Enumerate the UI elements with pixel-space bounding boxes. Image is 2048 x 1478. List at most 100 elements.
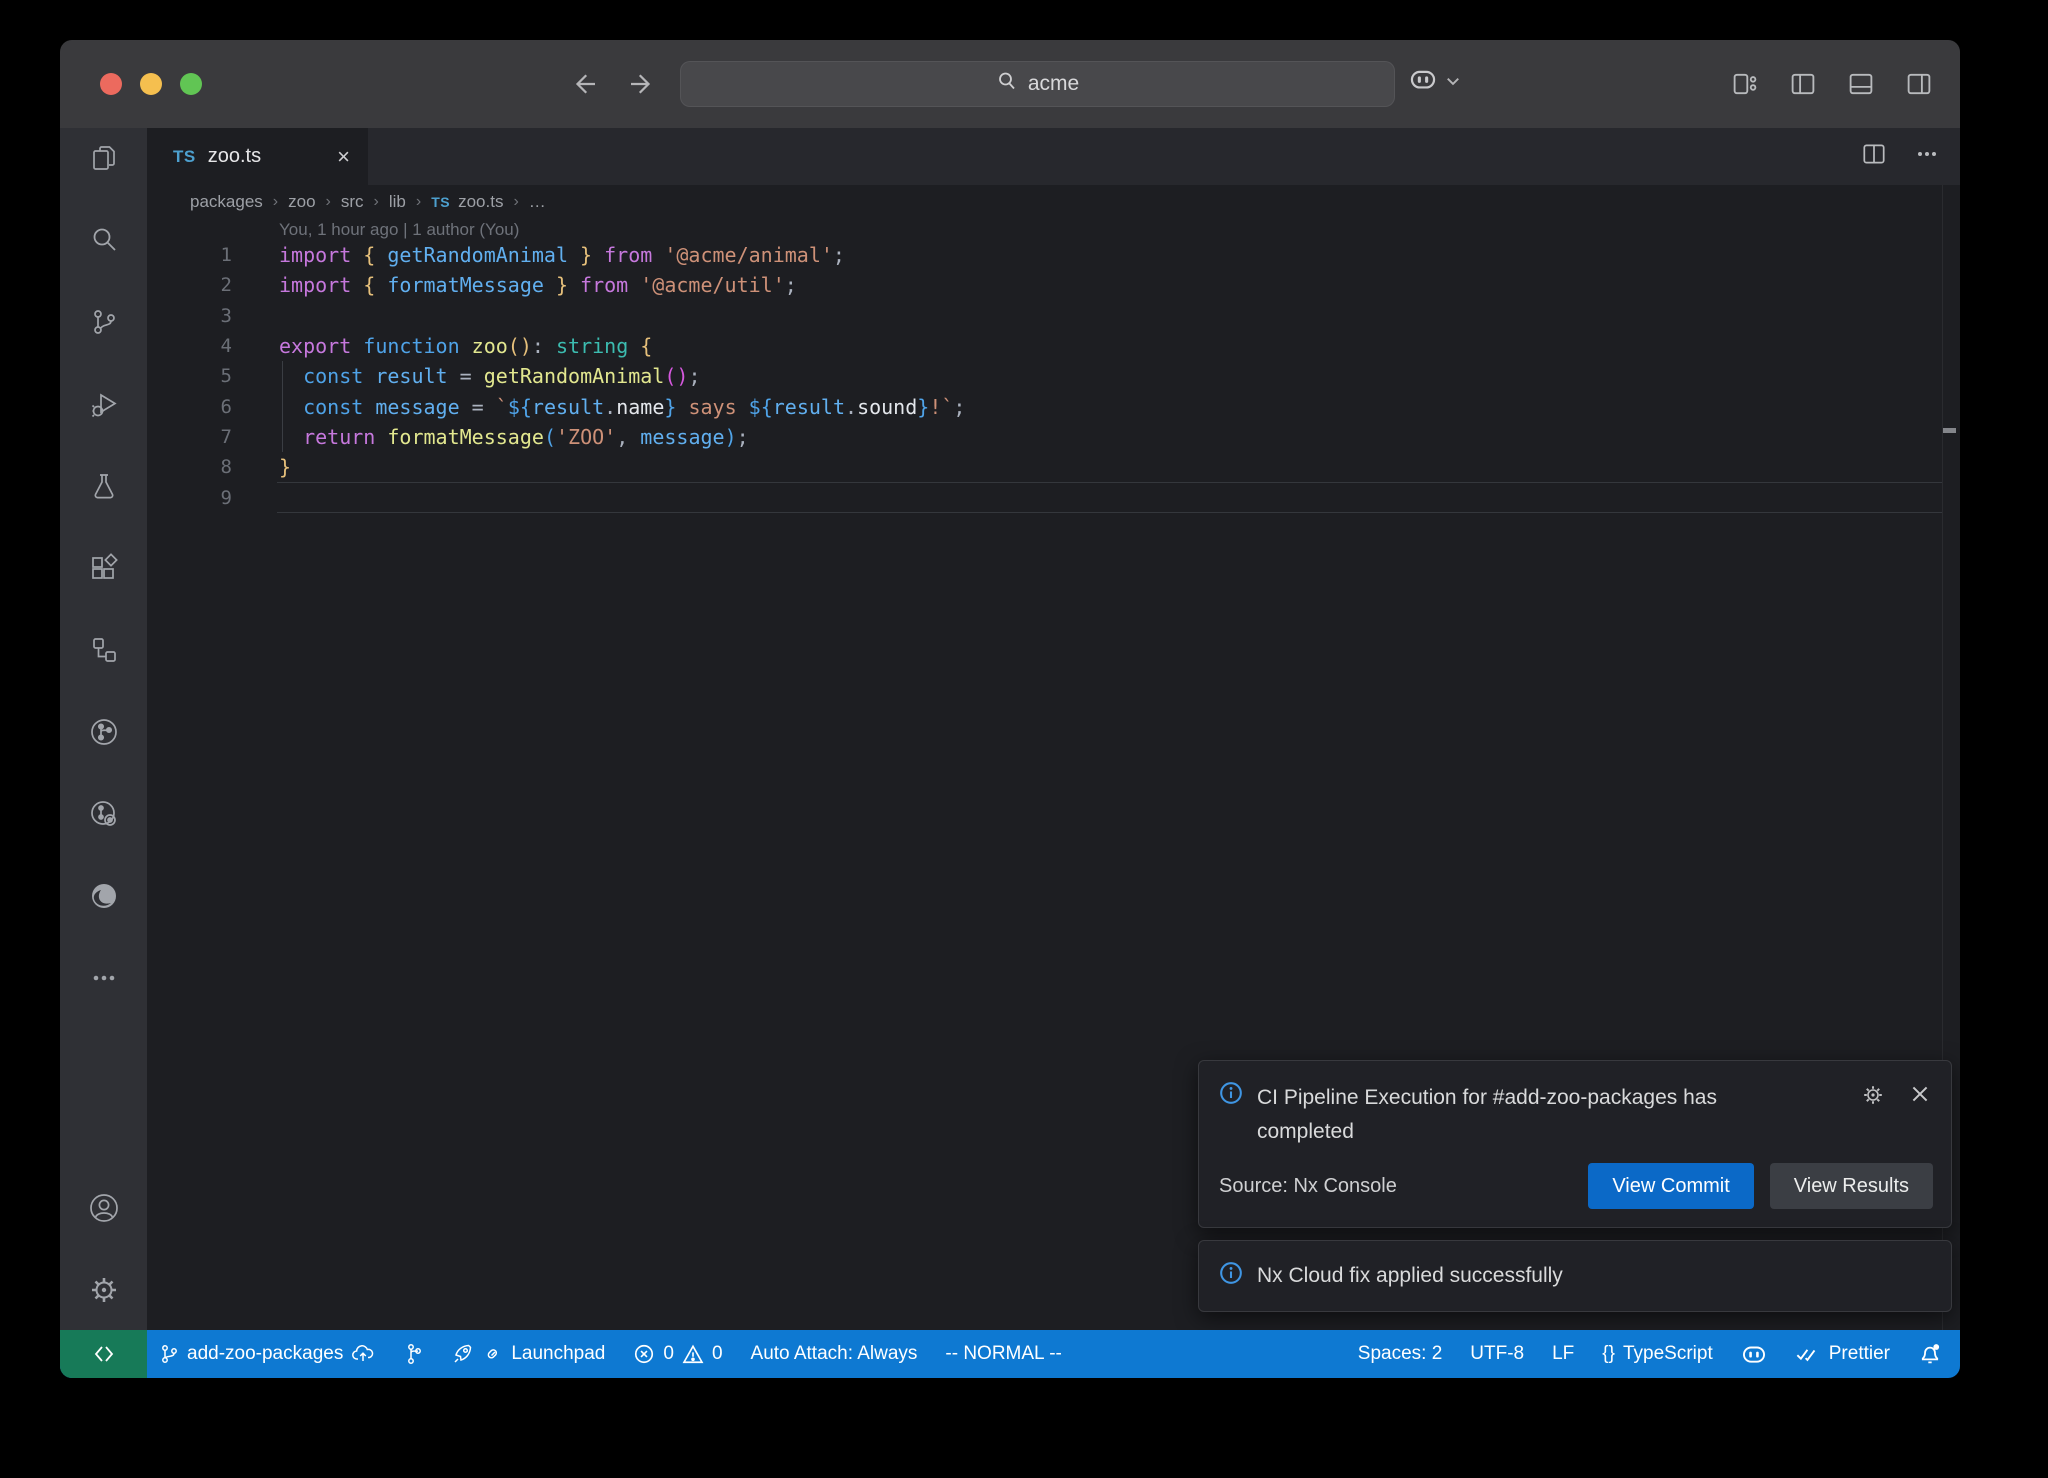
- code-text: }: [279, 455, 1943, 479]
- back-icon[interactable]: [570, 69, 600, 99]
- code-line[interactable]: 8}: [147, 452, 1943, 482]
- eol-button[interactable]: LF: [1552, 1343, 1574, 1365]
- notification-settings-gear-icon[interactable]: [1861, 1083, 1885, 1112]
- copilot-status-button[interactable]: [1741, 1342, 1767, 1366]
- code-line[interactable]: 2import { formatMessage } from '@acme/ut…: [147, 270, 1943, 300]
- code-text: const result = getRandomAnimal();: [279, 364, 1943, 388]
- notifications-bell-button[interactable]: [1918, 1342, 1942, 1366]
- launchpad-button[interactable]: Launchpad: [451, 1342, 605, 1366]
- prettier-label: Prettier: [1829, 1343, 1890, 1365]
- tab-zoo-ts[interactable]: TS zoo.ts ×: [147, 128, 368, 185]
- info-icon: [1219, 1261, 1243, 1291]
- editor-more-actions-icon[interactable]: [1914, 141, 1940, 172]
- window-controls: [100, 73, 202, 95]
- breadcrumb-item[interactable]: TSzoo.ts: [431, 192, 503, 212]
- toggle-secondary-sidebar-icon[interactable]: [1904, 69, 1934, 99]
- breadcrumb-separator: ›: [513, 193, 518, 211]
- source-control-icon[interactable]: [87, 305, 121, 339]
- search-value: acme: [1028, 72, 1079, 96]
- minimize-window-button[interactable]: [140, 73, 162, 95]
- breadcrumb-item[interactable]: lib: [389, 192, 406, 212]
- code-line[interactable]: 4export function zoo(): string {: [147, 331, 1943, 361]
- error-count: 0: [663, 1343, 674, 1365]
- maximize-window-button[interactable]: [180, 73, 202, 95]
- copilot-menu-button[interactable]: [1408, 66, 1460, 97]
- code-line[interactable]: 3: [147, 301, 1943, 331]
- account-icon[interactable]: [87, 1191, 121, 1225]
- toggle-primary-sidebar-icon[interactable]: [1788, 69, 1818, 99]
- customize-layout-icon[interactable]: [1730, 69, 1760, 99]
- encoding-button[interactable]: UTF-8: [1470, 1343, 1524, 1365]
- forward-icon[interactable]: [626, 69, 656, 99]
- line-number: 4: [147, 335, 232, 357]
- prettier-button[interactable]: Prettier: [1795, 1343, 1890, 1365]
- warning-count: 0: [712, 1343, 723, 1365]
- git-blame-annotation: You, 1 hour ago | 1 author (You): [279, 220, 519, 240]
- cloud-upload-icon: [351, 1343, 375, 1365]
- nx-cloud-icon[interactable]: [87, 797, 121, 831]
- code-text: import { getRandomAnimal } from '@acme/a…: [279, 243, 1943, 267]
- link-icon: [483, 1344, 503, 1364]
- notification-message: Nx Cloud fix applied successfully: [1257, 1264, 1563, 1288]
- bell-icon: [1918, 1342, 1942, 1366]
- line-number: 6: [147, 396, 232, 418]
- extensions-icon[interactable]: [87, 551, 121, 585]
- git-graph-icon: [403, 1342, 423, 1366]
- notification-close-icon[interactable]: [1909, 1083, 1931, 1110]
- view-commit-button[interactable]: View Commit: [1588, 1163, 1753, 1209]
- run-debug-icon[interactable]: [87, 387, 121, 421]
- breadcrumb-separator: ›: [374, 193, 379, 211]
- breadcrumb-item[interactable]: src: [341, 192, 364, 212]
- remote-indicator[interactable]: [60, 1330, 147, 1378]
- hierarchy-view-icon[interactable]: [87, 633, 121, 667]
- breadcrumb-item[interactable]: …: [529, 192, 546, 212]
- breadcrumb[interactable]: packages›zoo›src›lib›TSzoo.ts›…: [147, 185, 1960, 218]
- git-branch-button[interactable]: add-zoo-packages: [159, 1343, 375, 1365]
- code-line[interactable]: 5 const result = getRandomAnimal();: [147, 361, 1943, 391]
- code-line[interactable]: 1import { getRandomAnimal } from '@acme/…: [147, 240, 1943, 270]
- indentation-button[interactable]: Spaces: 2: [1358, 1343, 1443, 1365]
- language-label: TypeScript: [1623, 1343, 1713, 1365]
- view-results-button[interactable]: View Results: [1770, 1163, 1933, 1209]
- search-sidebar-icon[interactable]: [87, 223, 121, 257]
- more-views-icon[interactable]: [87, 961, 121, 995]
- close-window-button[interactable]: [100, 73, 122, 95]
- split-editor-icon[interactable]: [1860, 140, 1888, 173]
- code-text: [277, 482, 1943, 512]
- typescript-file-icon: TS: [431, 194, 450, 210]
- code-line[interactable]: 9: [147, 482, 1943, 512]
- line-number: 9: [147, 487, 232, 509]
- nx-console-icon[interactable]: [87, 715, 121, 749]
- notification-source: Source: Nx Console: [1219, 1175, 1397, 1198]
- code-line[interactable]: 6 const message = `${result.name} says $…: [147, 391, 1943, 421]
- language-mode-button[interactable]: {} TypeScript: [1602, 1343, 1712, 1365]
- toggle-panel-icon[interactable]: [1846, 69, 1876, 99]
- auto-attach-button[interactable]: Auto Attach: Always: [751, 1343, 918, 1365]
- code-line[interactable]: 7 return formatMessage('ZOO', message);: [147, 422, 1943, 452]
- overview-ruler-cursor-marker: [1943, 428, 1956, 433]
- code-text: const message = `${result.name} says ${r…: [279, 395, 1943, 419]
- explorer-icon[interactable]: [87, 141, 121, 175]
- vim-mode-indicator[interactable]: -- NORMAL --: [945, 1343, 1061, 1365]
- close-tab-icon[interactable]: ×: [337, 146, 350, 168]
- error-icon: [633, 1343, 655, 1365]
- branch-name: add-zoo-packages: [187, 1343, 343, 1365]
- breadcrumb-item[interactable]: packages: [190, 192, 263, 212]
- problems-button[interactable]: 0 0: [633, 1343, 722, 1365]
- edge-browser-icon[interactable]: [87, 879, 121, 913]
- copilot-icon: [1741, 1342, 1767, 1366]
- launchpad-label: Launchpad: [511, 1343, 605, 1365]
- source-control-graph-button[interactable]: [403, 1342, 423, 1366]
- command-center-search[interactable]: acme: [680, 61, 1395, 107]
- testing-icon[interactable]: [87, 469, 121, 503]
- chevron-down-icon: [1446, 73, 1460, 91]
- line-number: 8: [147, 456, 232, 478]
- title-bar: acme: [60, 40, 1960, 128]
- double-check-icon: [1795, 1343, 1821, 1365]
- breadcrumb-item[interactable]: zoo: [288, 192, 315, 212]
- line-number: 7: [147, 426, 232, 448]
- breadcrumb-separator: ›: [273, 193, 278, 211]
- settings-gear-icon[interactable]: [87, 1273, 121, 1307]
- code-lines: 1import { getRandomAnimal } from '@acme/…: [147, 240, 1943, 513]
- line-number: 3: [147, 305, 232, 327]
